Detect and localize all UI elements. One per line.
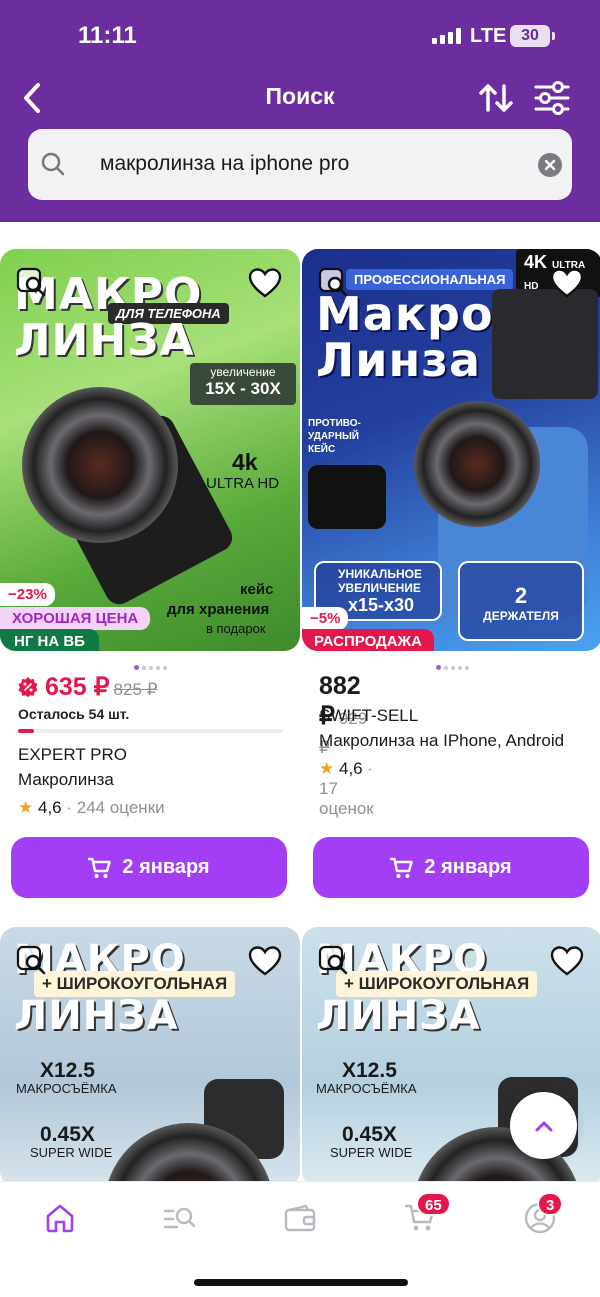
discount-badge: −5%: [302, 607, 349, 630]
image-text: МАКРОСЪЁМКА: [16, 1081, 117, 1096]
image-text: увеличение: [210, 365, 276, 379]
review-count: 244 оценки: [76, 798, 165, 817]
lens-set-image: [492, 289, 598, 399]
lens-image: [22, 387, 178, 543]
image-text: X12.5: [342, 1059, 397, 1082]
stock-left: Осталось 54 шт.: [18, 706, 130, 722]
review-count: 17 оценок: [319, 779, 374, 818]
old-price: 825 ₽: [113, 680, 158, 699]
product-image[interactable]: ПРОФЕССИОНАЛЬНАЯ 4K ULTRA HD Макро Линза…: [302, 249, 600, 651]
home-icon: [46, 1204, 74, 1233]
clear-search-icon[interactable]: [538, 153, 562, 177]
search-icon: [41, 152, 65, 176]
zoom-tag: увеличение 15X - 30X: [190, 363, 296, 405]
image-text: 4k: [232, 449, 258, 475]
image-text: ЛИНЗА: [316, 993, 481, 1039]
brand: SWIFT-SELL: [319, 706, 419, 725]
image-text: 4K: [524, 252, 548, 272]
product-name: Макролинза на IPhone, Android: [319, 731, 565, 750]
product-image[interactable]: МАКРО + ШИРОКОУГОЛЬНАЯ ЛИНЗА X12.5 МАКРО…: [0, 927, 300, 1187]
image-text: 0.45X: [342, 1123, 397, 1146]
image-text: МАКРОСЪЁМКА: [316, 1081, 417, 1096]
add-to-cart-button[interactable]: 2 января: [11, 837, 287, 898]
rating: ★ 4,6 · 17 оценок: [319, 759, 374, 818]
sort-button[interactable]: [476, 78, 516, 118]
stock-bar: [18, 729, 282, 733]
battery-icon: 30: [510, 25, 555, 47]
status-time: 11:11: [78, 22, 137, 49]
price-row: 635 ₽825 ₽: [18, 672, 157, 702]
stock-bar-fill: [18, 729, 34, 733]
discount-seal-icon: [18, 677, 38, 697]
network-label: LTE: [470, 25, 507, 47]
delivery-date: 2 января: [424, 856, 512, 878]
image-text: для хранения: [167, 601, 270, 618]
image-text: кейс: [240, 581, 274, 598]
image-search-icon[interactable]: [16, 945, 48, 977]
cart-icon: [390, 857, 414, 878]
image-text: ULTRA HD: [206, 475, 280, 492]
brand: EXPERT PRO: [18, 745, 127, 764]
rating: ★ 4,6 · 244 оценки: [18, 798, 165, 817]
heart-icon[interactable]: [550, 267, 584, 299]
search-field[interactable]: макролинза на iphone pro: [28, 129, 572, 200]
filter-button[interactable]: [532, 78, 572, 118]
delivery-date: 2 января: [122, 856, 210, 878]
image-text: X12.5: [40, 1059, 95, 1082]
status-bar: 11:11 LTE 30: [0, 0, 600, 70]
header: 11:11 LTE 30 Поиск макролинза на iphone …: [0, 0, 600, 222]
home-indicator: [194, 1279, 408, 1286]
image-search-icon[interactable]: [318, 267, 350, 299]
product-name: Макролинза: [18, 770, 114, 789]
promo-badge: НГ НА ВБ: [0, 629, 99, 651]
cart-icon: [88, 857, 112, 878]
image-text: в подарок: [206, 621, 266, 636]
image-text: SUPER WIDE: [330, 1145, 413, 1160]
navbar: Поиск: [0, 70, 600, 126]
screen: 11:11 LTE 30 Поиск макролинза на iphone …: [0, 0, 600, 1297]
profile-badge: 3: [537, 1192, 564, 1216]
image-text: УВЕЛИЧЕНИЕ: [338, 581, 421, 595]
price: 635 ₽: [44, 673, 110, 701]
chevron-up-icon: [535, 1121, 552, 1131]
star-icon: ★: [319, 759, 335, 778]
image-text: 15X - 30X: [205, 379, 281, 398]
add-to-cart-button[interactable]: 2 января: [313, 837, 589, 898]
image-text: SUPER WIDE: [30, 1145, 113, 1160]
search-input[interactable]: макролинза на iphone pro: [100, 152, 349, 176]
heart-icon[interactable]: [248, 945, 282, 977]
signal-icon: [432, 28, 462, 44]
scroll-to-top-button[interactable]: [510, 1092, 577, 1159]
case-image: [308, 465, 386, 529]
holders-box: 2 ДЕРЖАТЕЛЯ: [458, 561, 584, 641]
image-text: ПРОТИВО-УДАРНЫЙ КЕЙС: [308, 418, 361, 455]
image-text: УНИКАЛЬНОЕ: [338, 567, 422, 581]
tab-home[interactable]: [38, 1196, 82, 1240]
good-price-badge: ХОРОШАЯ ЦЕНА: [0, 607, 151, 630]
wallet-icon: [284, 1204, 316, 1232]
sort-icon: [479, 84, 513, 112]
star-icon: ★: [18, 798, 34, 817]
cart-count-badge: 65: [416, 1192, 451, 1216]
image-text: ЛИНЗА: [14, 993, 179, 1039]
rating-value: 4,6: [338, 759, 363, 778]
sale-badge: РАСПРОДАЖА: [302, 629, 434, 651]
rating-value: 4,6: [37, 798, 62, 817]
image-text: Линза: [316, 333, 481, 387]
lens-image: [414, 401, 540, 527]
image-text: ЛИНЗА: [14, 315, 195, 366]
image-search-icon[interactable]: [318, 945, 350, 977]
image-search-icon[interactable]: [16, 267, 48, 299]
image-text: ДЕРЖАТЕЛЯ: [483, 609, 559, 623]
image-text: 2: [514, 583, 528, 608]
heart-icon[interactable]: [550, 945, 584, 977]
image-text: 0.45X: [40, 1123, 95, 1146]
heart-icon[interactable]: [248, 267, 282, 299]
product-image[interactable]: МАКРО ДЛЯ ТЕЛЕФОНА ЛИНЗА увеличение 15X …: [0, 249, 300, 651]
tab-catalog[interactable]: [158, 1196, 202, 1240]
catalog-search-icon: [163, 1207, 196, 1229]
tab-wallet[interactable]: [278, 1196, 322, 1240]
discount-badge: −23%: [0, 583, 55, 606]
filter-icon: [534, 81, 570, 115]
